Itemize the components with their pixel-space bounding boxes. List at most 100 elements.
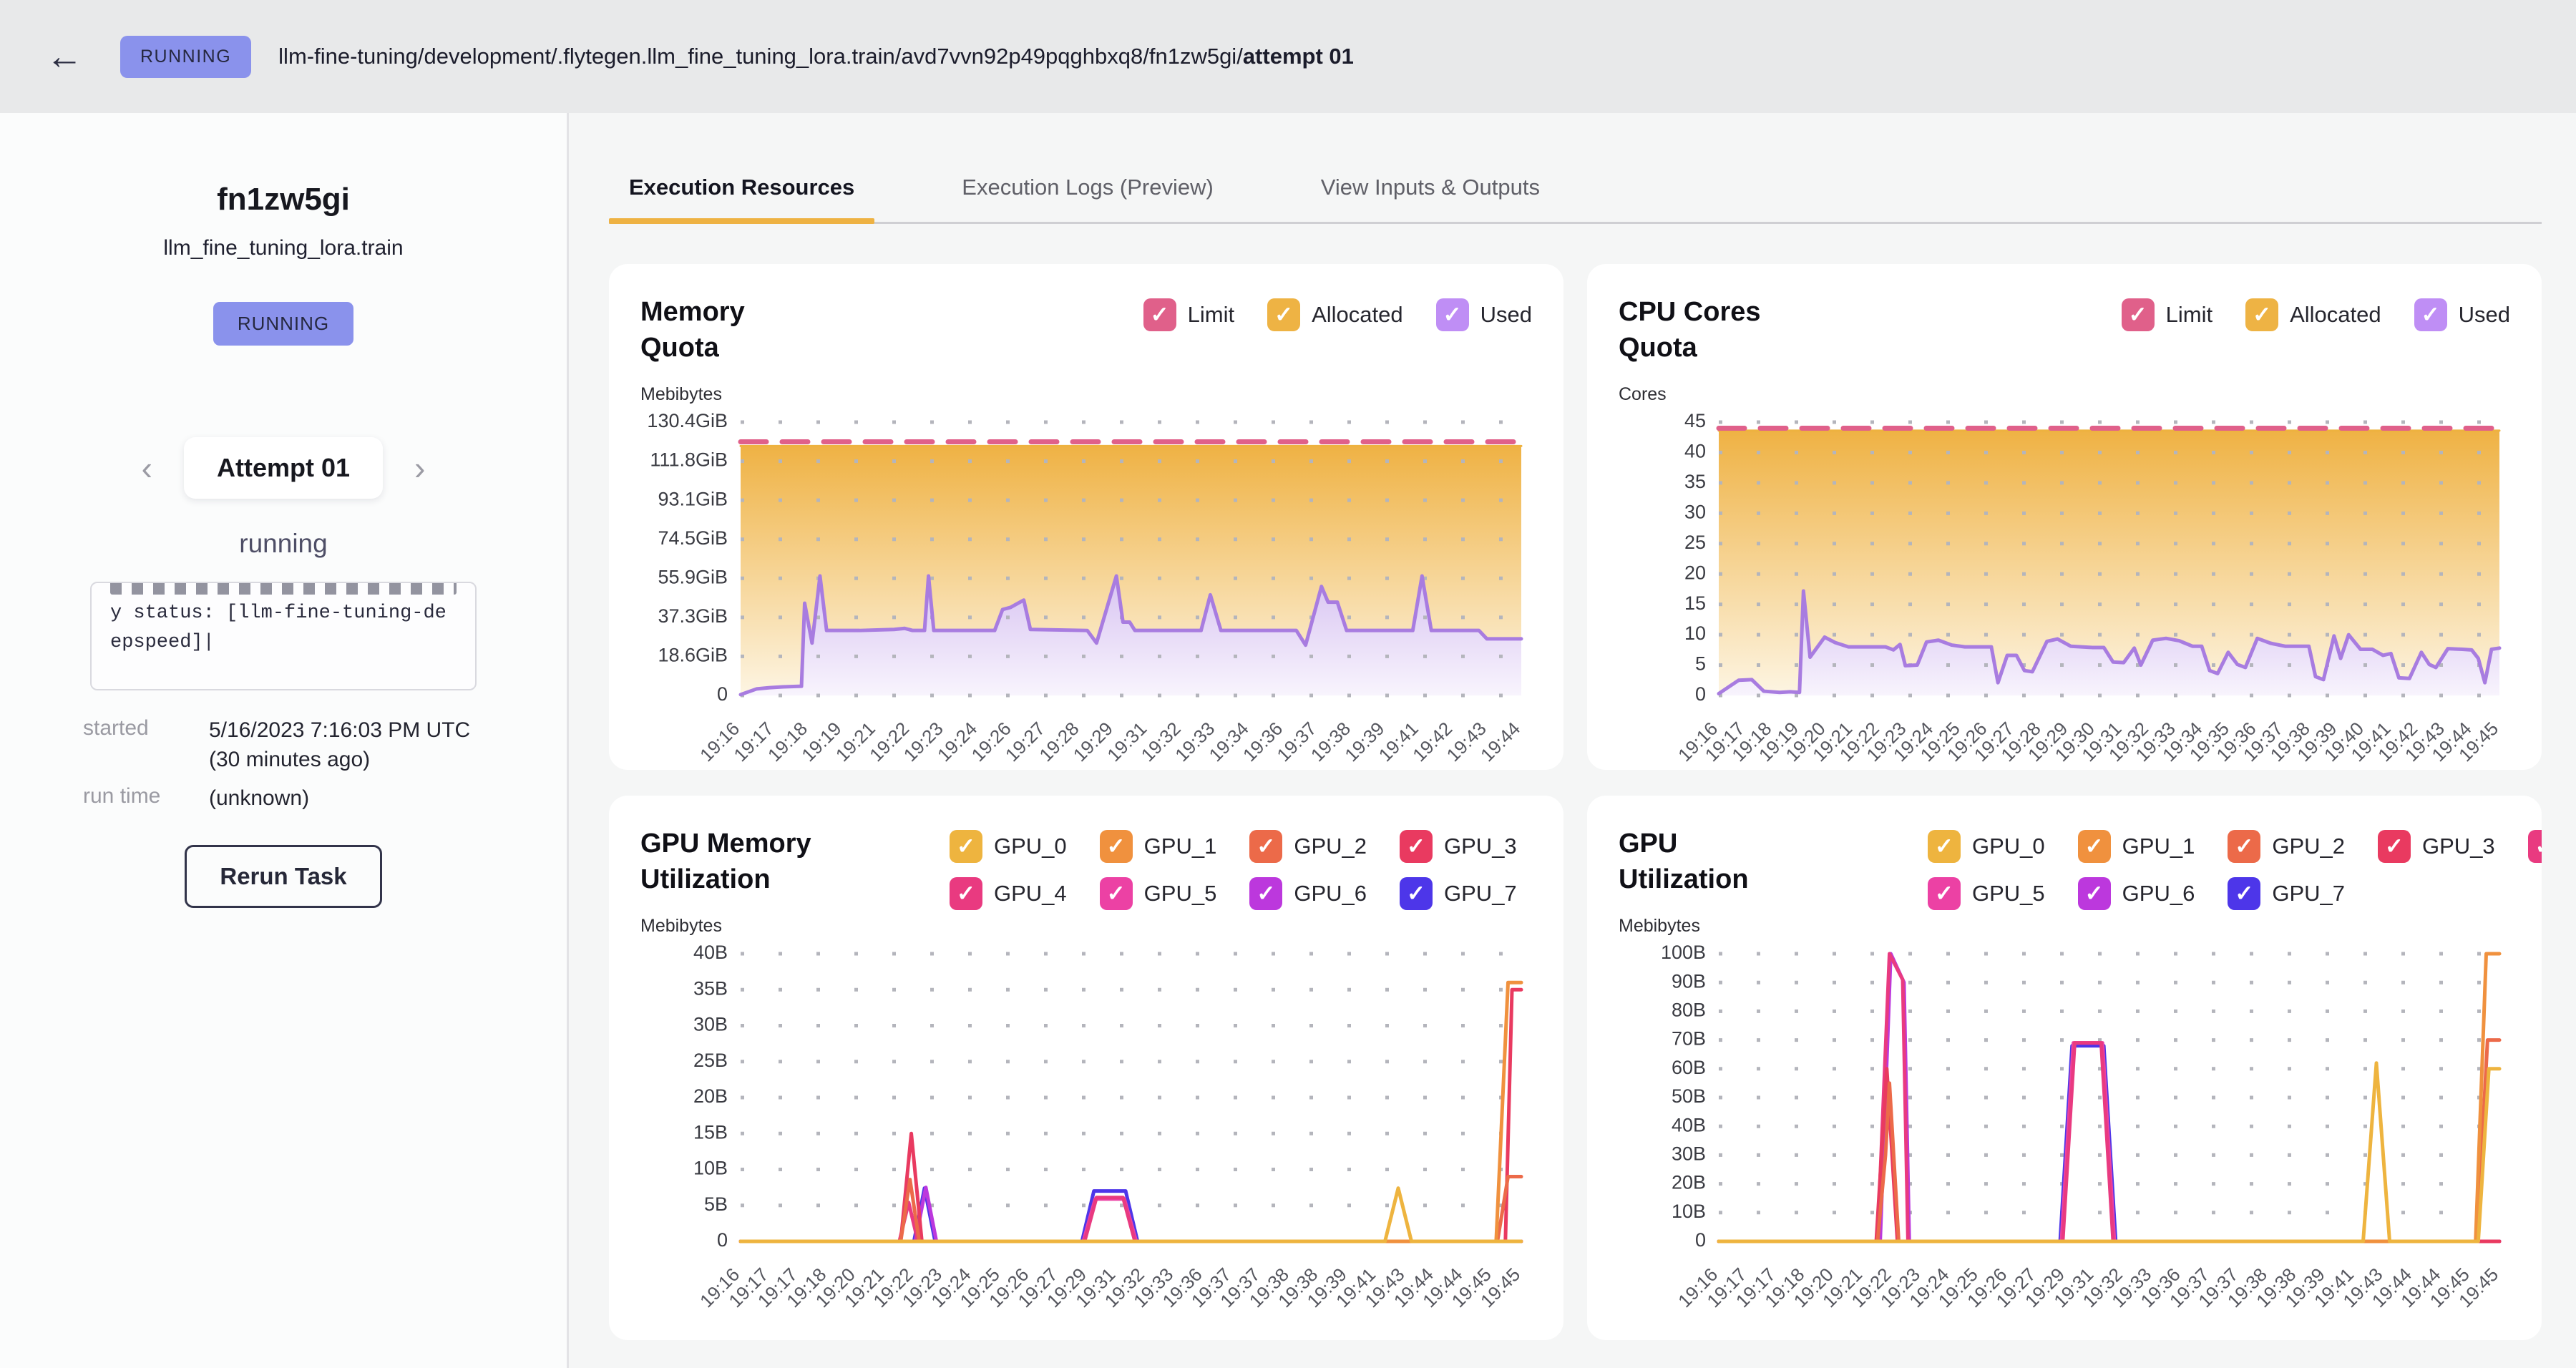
legend-checkbox-icon[interactable]: ✓ bbox=[1267, 298, 1300, 331]
legend-checkbox-icon[interactable]: ✓ bbox=[2078, 877, 2111, 910]
tab-bar: Execution Resources Execution Logs (Prev… bbox=[609, 143, 2542, 224]
chart-title: GPU Utilization bbox=[1619, 826, 1928, 897]
legend-checkbox-icon[interactable]: ✓ bbox=[1400, 877, 1433, 910]
legend-item-gpu_5[interactable]: ✓GPU_5 bbox=[1928, 877, 2045, 910]
legend-checkbox-icon[interactable]: ✓ bbox=[1100, 877, 1133, 910]
previous-attempt-icon[interactable]: ‹ bbox=[142, 451, 152, 484]
legend-checkbox-icon[interactable]: ✓ bbox=[2245, 298, 2278, 331]
legend-item-gpu_1[interactable]: ✓ GPU_1 bbox=[1100, 830, 1217, 863]
legend-checkbox-icon[interactable]: ✓ bbox=[1143, 298, 1176, 331]
status-badge: RUNNING bbox=[120, 36, 251, 78]
legend-item-gpu_4[interactable]: ✓GPU_4 bbox=[2528, 830, 2542, 863]
legend-label: GPU_7 bbox=[1444, 881, 1517, 907]
next-attempt-icon[interactable]: › bbox=[414, 451, 425, 484]
tab-execution-resources[interactable]: Execution Resources bbox=[609, 163, 874, 222]
legend-label: GPU_3 bbox=[1444, 834, 1517, 859]
attempt-label[interactable]: Attempt 01 bbox=[184, 437, 383, 499]
chart-unit-label: Mebibytes bbox=[640, 384, 950, 405]
legend-checkbox-icon[interactable]: ✓ bbox=[1100, 830, 1133, 863]
breadcrumb: llm-fine-tuning/development/.flytegen.ll… bbox=[278, 44, 1354, 69]
svg-text:19:17: 19:17 bbox=[729, 718, 777, 766]
legend-checkbox-icon[interactable]: ✓ bbox=[2228, 830, 2260, 863]
legend-checkbox-icon[interactable]: ✓ bbox=[1400, 830, 1433, 863]
svg-text:20B: 20B bbox=[1672, 1172, 1706, 1193]
svg-text:0: 0 bbox=[1695, 683, 1706, 705]
legend-checkbox-icon[interactable]: ✓ bbox=[1436, 298, 1469, 331]
svg-text:74.5GiB: 74.5GiB bbox=[658, 527, 728, 549]
svg-text:40: 40 bbox=[1684, 441, 1706, 462]
legend-checkbox-icon[interactable]: ✓ bbox=[2378, 830, 2411, 863]
legend-label: Limit bbox=[2166, 302, 2212, 328]
legend-label: Limit bbox=[1188, 302, 1234, 328]
legend-label: GPU_3 bbox=[2422, 834, 2495, 859]
svg-text:45: 45 bbox=[1684, 410, 1706, 431]
legend-checkbox-icon[interactable]: ✓ bbox=[2122, 298, 2155, 331]
legend-item-gpu_0[interactable]: ✓ GPU_0 bbox=[1928, 830, 2045, 863]
tab-view-inputs-outputs[interactable]: View Inputs & Outputs bbox=[1301, 163, 1560, 222]
legend-checkbox-icon[interactable]: ✓ bbox=[2414, 298, 2447, 331]
rerun-task-button[interactable]: Rerun Task bbox=[185, 845, 381, 908]
legend-label: Used bbox=[1480, 302, 1532, 328]
gpu-memory-utilization-card: GPU Memory Utilization Mebibytes ✓GPU_0✓… bbox=[609, 796, 1563, 1340]
svg-text:19:29: 19:29 bbox=[1069, 718, 1117, 766]
svg-text:30B: 30B bbox=[693, 1014, 728, 1035]
legend-item-gpu_4[interactable]: ✓GPU_4 bbox=[950, 877, 1067, 910]
legend-checkbox-icon[interactable]: ✓ bbox=[1928, 830, 1961, 863]
legend-checkbox-icon[interactable]: ✓ bbox=[1928, 877, 1961, 910]
legend-item-gpu_7[interactable]: ✓ GPU_7 bbox=[1400, 877, 1517, 910]
legend-label: GPU_1 bbox=[1144, 834, 1217, 859]
legend-item-gpu_7[interactable]: ✓ GPU_7 bbox=[2228, 877, 2345, 910]
svg-text:90B: 90B bbox=[1672, 971, 1706, 992]
svg-text:60B: 60B bbox=[1672, 1057, 1706, 1078]
chart-unit-label: Mebibytes bbox=[1619, 916, 1928, 937]
legend-checkbox-icon[interactable]: ✓ bbox=[1249, 830, 1282, 863]
legend-item-gpu_5[interactable]: ✓ GPU_5 bbox=[1100, 877, 1217, 910]
svg-text:35: 35 bbox=[1684, 471, 1706, 492]
legend-item-gpu_6[interactable]: ✓ GPU_6 bbox=[1249, 877, 1367, 910]
svg-text:0: 0 bbox=[1695, 1229, 1706, 1251]
legend-item-limit[interactable]: ✓ Limit bbox=[1143, 298, 1234, 331]
svg-text:19:33: 19:33 bbox=[1171, 718, 1219, 766]
svg-text:19:21: 19:21 bbox=[831, 718, 879, 766]
legend-item-gpu_0[interactable]: ✓GPU_0 bbox=[950, 830, 1067, 863]
legend-item-gpu_2[interactable]: ✓ GPU_2 bbox=[1249, 830, 1367, 863]
legend-checkbox-icon[interactable]: ✓ bbox=[2528, 830, 2542, 863]
legend-item-gpu_3[interactable]: ✓ GPU_3 bbox=[1400, 830, 1517, 863]
svg-text:19:38: 19:38 bbox=[1307, 718, 1355, 766]
legend-item-gpu_6[interactable]: ✓GPU_6 bbox=[2078, 877, 2195, 910]
legend-label: Allocated bbox=[1312, 302, 1403, 328]
legend-item-gpu_1[interactable]: ✓GPU_1 bbox=[2078, 830, 2195, 863]
legend-label: GPU_5 bbox=[1144, 881, 1217, 907]
legend-item-gpu_2[interactable]: ✓GPU_2 bbox=[2228, 830, 2345, 863]
back-arrow-icon[interactable]: ← bbox=[46, 38, 83, 75]
legend-checkbox-icon[interactable]: ✓ bbox=[2078, 830, 2111, 863]
legend-label: GPU_2 bbox=[1294, 834, 1367, 859]
svg-text:19:18: 19:18 bbox=[763, 718, 811, 766]
legend-item-used[interactable]: ✓ Used bbox=[1436, 298, 1532, 331]
legend-checkbox-icon[interactable]: ✓ bbox=[950, 877, 982, 910]
log-snippet-box[interactable]: y status: [llm-fine-tuning-de epspeed]| bbox=[90, 582, 477, 690]
legend-item-allocated[interactable]: ✓ Allocated bbox=[1267, 298, 1403, 331]
legend-label: GPU_0 bbox=[1972, 834, 2045, 859]
legend-checkbox-icon[interactable]: ✓ bbox=[2228, 877, 2260, 910]
legend-label: GPU_6 bbox=[1294, 881, 1367, 907]
started-value: 5/16/2023 7:16:03 PM UTC (30 minutes ago… bbox=[209, 716, 484, 774]
runtime-value: (unknown) bbox=[209, 784, 484, 814]
legend-label: Allocated bbox=[2290, 302, 2381, 328]
legend-checkbox-icon[interactable]: ✓ bbox=[1249, 877, 1282, 910]
svg-text:19:43: 19:43 bbox=[1443, 718, 1491, 766]
svg-text:30: 30 bbox=[1684, 502, 1706, 523]
legend-item-limit[interactable]: ✓ Limit bbox=[2122, 298, 2212, 331]
legend-label: GPU_7 bbox=[2272, 881, 2345, 907]
sidebar-status-badge: RUNNING bbox=[213, 302, 353, 346]
legend-item-allocated[interactable]: ✓ Allocated bbox=[2245, 298, 2381, 331]
svg-text:19:42: 19:42 bbox=[1408, 718, 1456, 766]
chart-legend: ✓ Limit ✓ Allocated ✓ Used bbox=[950, 294, 1532, 405]
svg-text:19:26: 19:26 bbox=[967, 718, 1015, 766]
svg-text:19:32: 19:32 bbox=[1137, 718, 1185, 766]
svg-text:5B: 5B bbox=[704, 1193, 728, 1215]
tab-execution-logs[interactable]: Execution Logs (Preview) bbox=[942, 163, 1234, 222]
legend-item-gpu_3[interactable]: ✓ GPU_3 bbox=[2378, 830, 2495, 863]
legend-item-used[interactable]: ✓Used bbox=[2414, 298, 2510, 331]
legend-checkbox-icon[interactable]: ✓ bbox=[950, 830, 982, 863]
